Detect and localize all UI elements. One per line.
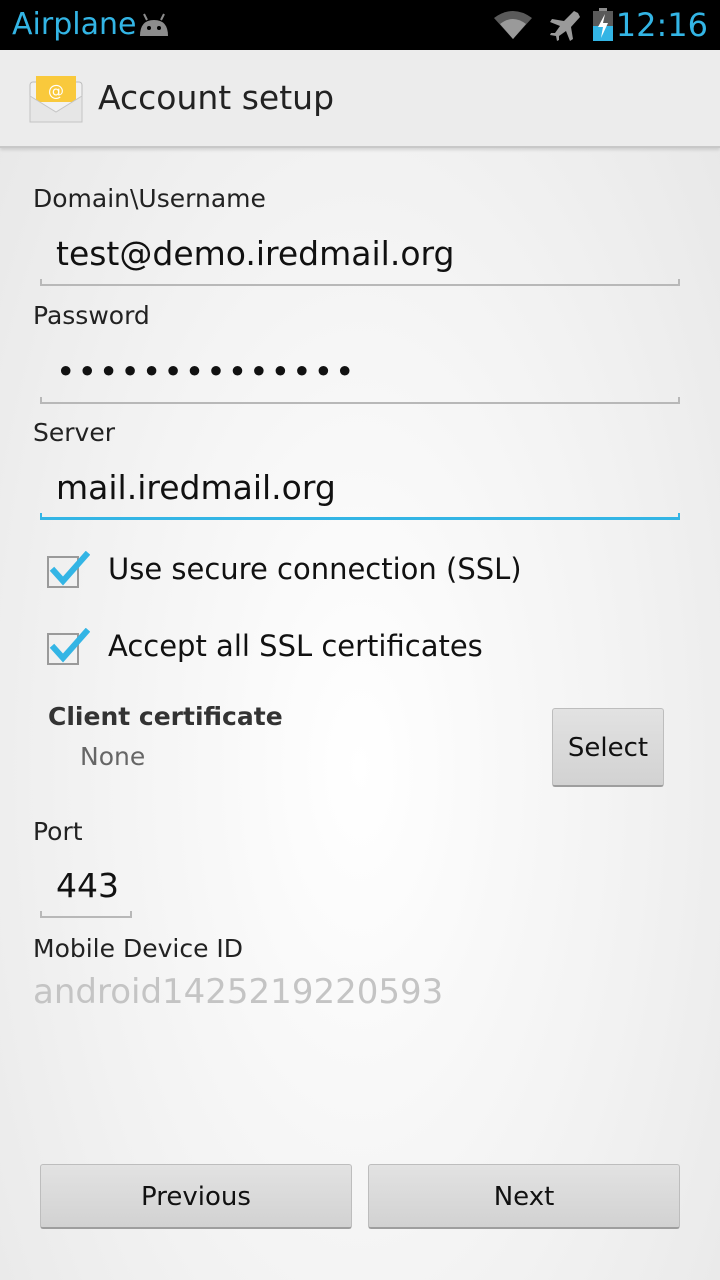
username-value: test@demo.iredmail.org — [56, 234, 455, 273]
wifi-icon — [492, 9, 534, 45]
ssl-label: Use secure connection (SSL) — [108, 552, 522, 586]
device-id-value: android1425219220593 — [33, 972, 444, 1012]
clock: 12:16 — [615, 6, 708, 44]
client-certificate-title: Client certificate — [48, 702, 283, 731]
username-label: Domain\Username — [33, 184, 266, 213]
airplane-icon — [548, 9, 582, 47]
svg-text:@: @ — [48, 81, 64, 100]
field-underline — [40, 911, 132, 918]
battery-charging-icon — [592, 8, 614, 46]
password-value: •••••••••••••• — [56, 352, 357, 391]
select-certificate-button[interactable]: Select — [552, 708, 664, 787]
server-value: mail.iredmail.org — [56, 468, 336, 507]
carrier-label: Airplane — [12, 7, 137, 42]
page-title: Account setup — [98, 78, 335, 117]
password-field[interactable]: •••••••••••••• — [40, 346, 680, 404]
ssl-checkbox-row[interactable]: Use secure connection (SSL) — [46, 545, 666, 595]
port-field[interactable]: 443 — [40, 860, 132, 918]
accept-all-label: Accept all SSL certificates — [108, 629, 483, 663]
field-underline — [40, 397, 680, 404]
accept-all-checkbox-icon[interactable] — [46, 627, 91, 672]
field-underline — [40, 279, 680, 286]
action-bar: @ Account setup — [0, 50, 720, 148]
server-label: Server — [33, 418, 115, 447]
password-label: Password — [33, 301, 150, 330]
username-field[interactable]: test@demo.iredmail.org — [40, 228, 680, 286]
client-certificate-value: None — [80, 742, 146, 771]
status-bar: Airplane 12:16 — [0, 0, 720, 50]
port-label: Port — [33, 817, 83, 846]
next-button[interactable]: Next — [368, 1164, 680, 1229]
accept-all-checkbox-row[interactable]: Accept all SSL certificates — [46, 622, 666, 672]
port-value: 443 — [56, 866, 119, 905]
email-app-icon[interactable]: @ — [26, 72, 86, 132]
device-id-label: Mobile Device ID — [33, 934, 244, 963]
previous-button[interactable]: Previous — [40, 1164, 352, 1229]
field-underline — [40, 513, 680, 520]
ssl-checkbox-icon[interactable] — [46, 550, 91, 595]
server-field[interactable]: mail.iredmail.org — [40, 462, 680, 520]
android-icon — [136, 10, 172, 42]
